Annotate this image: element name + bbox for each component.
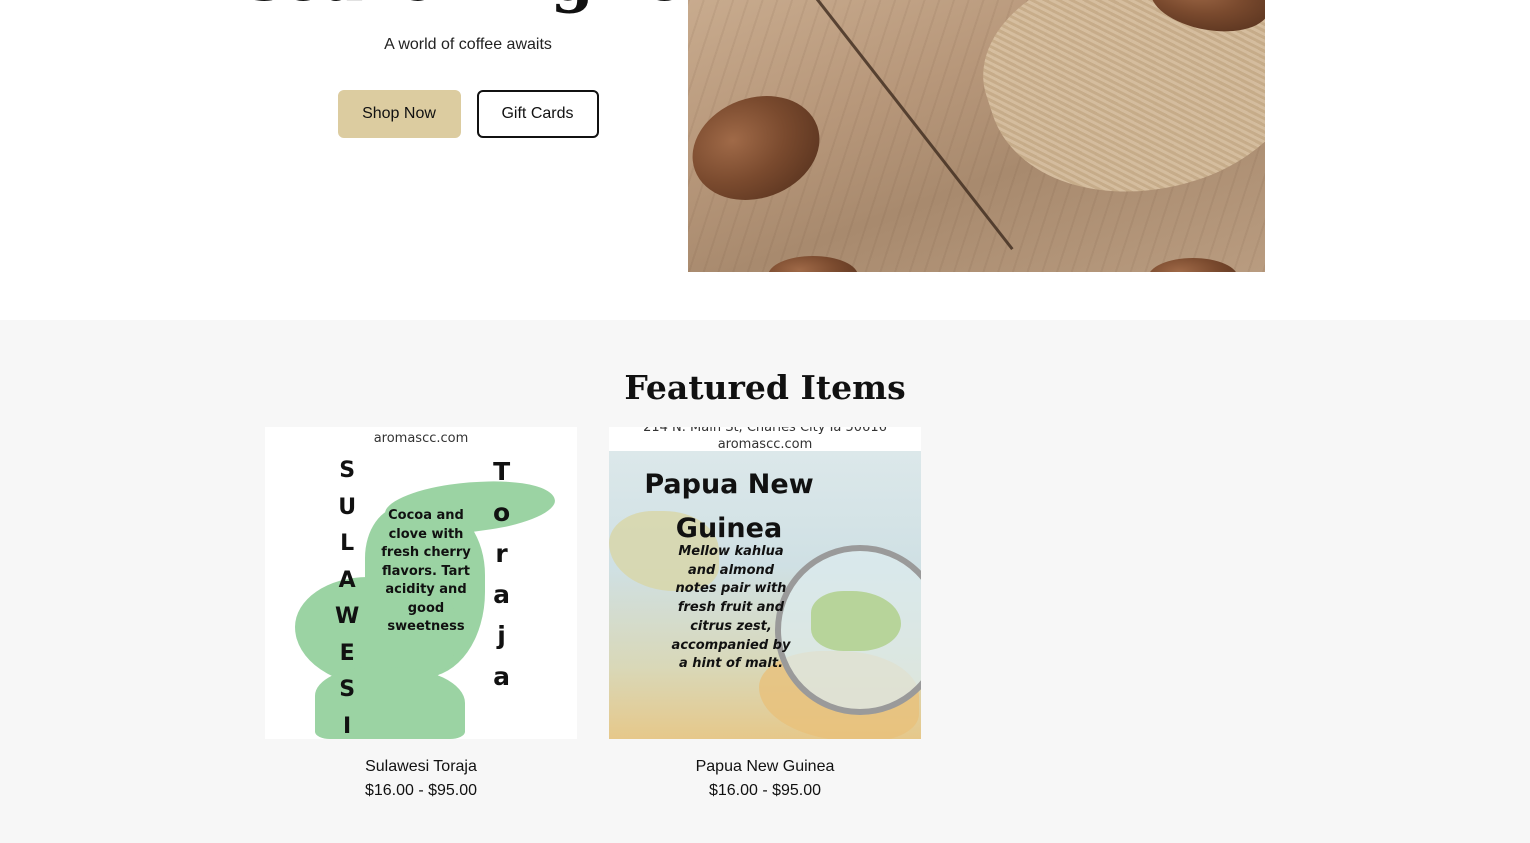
letter: A (338, 567, 356, 593)
image-address-text: 214 N. Main St, Charles City Ia 50616 (643, 427, 887, 435)
letter: o (493, 498, 511, 527)
letter: S (339, 677, 356, 702)
hero-coffee-beans-image (688, 0, 1265, 272)
letter: r (495, 539, 508, 568)
image-website-text: aromascc.com (373, 431, 469, 446)
papua-new-guinea-land (811, 591, 901, 651)
gift-cards-button[interactable]: Gift Cards (476, 90, 599, 138)
toraja-vertical-letters: T o r a j a (493, 451, 510, 697)
product-name[interactable]: Sulawesi Toraja (265, 758, 577, 776)
featured-title: Featured Items (624, 368, 906, 407)
sulawesi-vertical-letters: S U L A W E S I (335, 453, 359, 739)
hero-subtitle: A world of coffee awaits (384, 36, 552, 53)
papua-tasting-notes: Mellow kahlua and almond notes pair with… (671, 544, 791, 672)
letter: a (493, 580, 511, 609)
letter: I (343, 713, 352, 739)
image-website-text: aromascc.com (717, 437, 813, 452)
shop-now-button[interactable]: Shop Now (337, 90, 461, 138)
letter: a (493, 662, 511, 691)
product-name[interactable]: Papua New Guinea (609, 758, 921, 776)
featured-section: Featured Items aromascc.com S U L A W E … (0, 320, 1530, 843)
product-price: $16.00 - $95.00 (364, 782, 478, 799)
letter: S (339, 458, 356, 483)
product-card-sulawesi-toraja[interactable]: aromascc.com S U L A W E S I T o r a j a… (265, 427, 577, 800)
hero-section: searching for A world of coffee awaits S… (0, 0, 1530, 320)
sulawesi-tasting-notes: Cocoa and clove with fresh cherry flavor… (381, 508, 471, 634)
papua-image-title: Papua New Guinea (644, 469, 814, 544)
product-image-papua-new-guinea[interactable]: 214 N. Main St, Charles City Ia 50616 ar… (609, 427, 921, 739)
letter: E (339, 640, 355, 666)
letter: W (335, 604, 360, 629)
product-image-sulawesi-toraja[interactable]: aromascc.com S U L A W E S I T o r a j a… (265, 427, 577, 739)
letter: U (338, 494, 357, 520)
hero-buttons: Shop Now Gift Cards (248, 90, 688, 138)
product-price: $16.00 - $95.00 (708, 782, 822, 799)
hero-heading: searching for (248, 0, 718, 15)
letter: L (340, 531, 355, 556)
product-card-papua-new-guinea[interactable]: 214 N. Main St, Charles City Ia 50616 ar… (609, 427, 921, 800)
letter: T (493, 457, 511, 486)
letter: j (497, 621, 506, 650)
